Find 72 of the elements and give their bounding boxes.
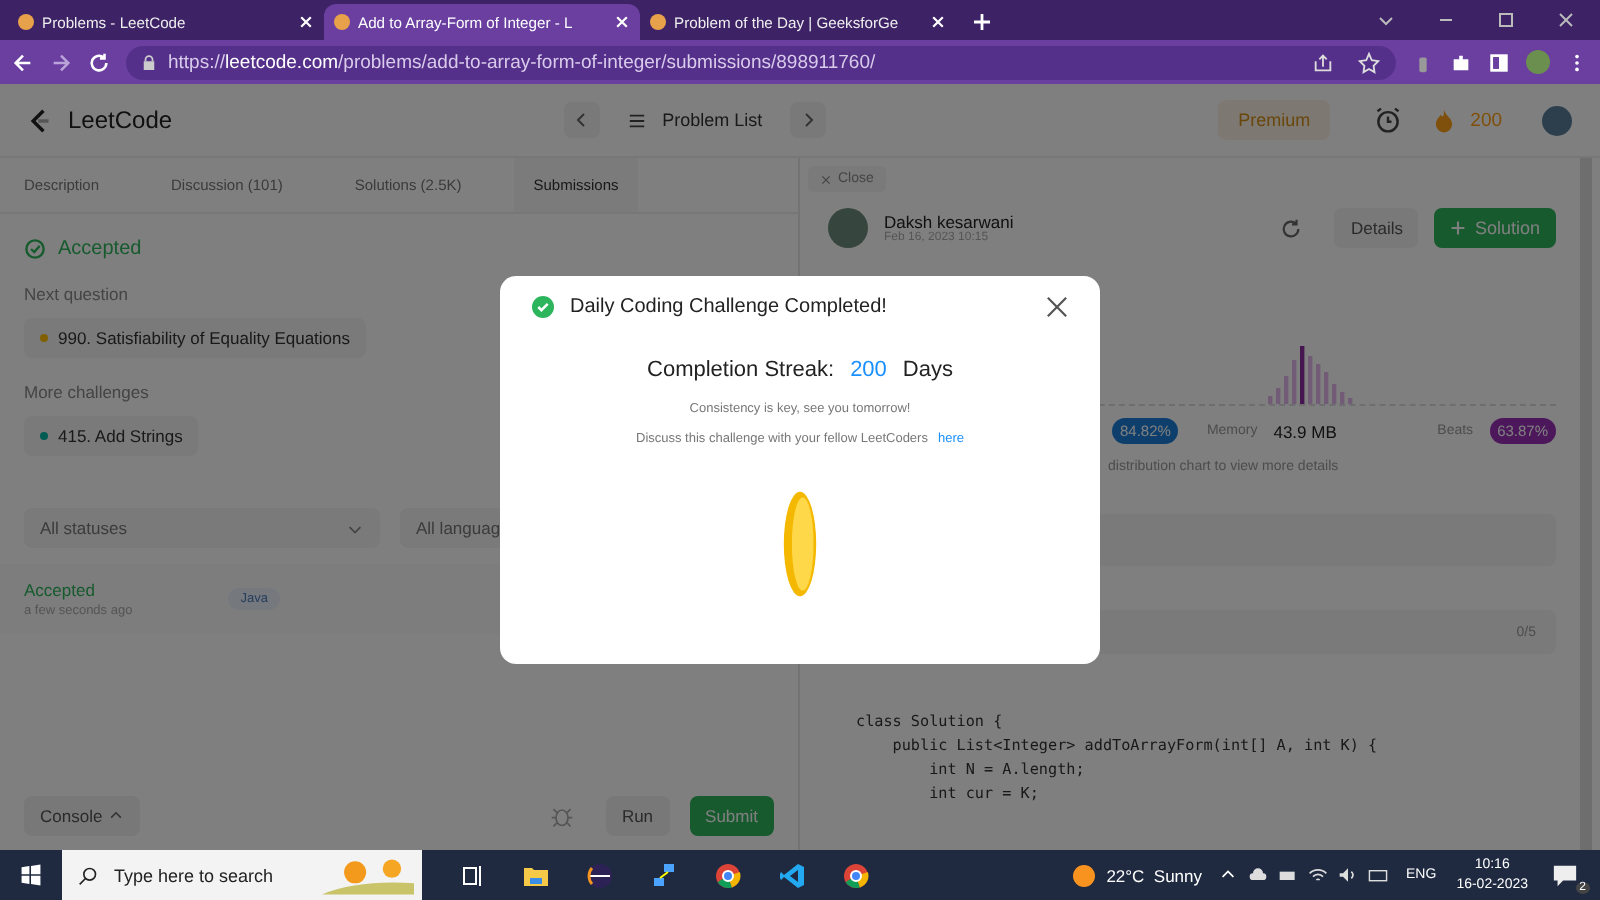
accepted-status: Accepted bbox=[58, 238, 142, 260]
speaker-icon[interactable] bbox=[1338, 866, 1359, 884]
windows-start-icon[interactable] bbox=[20, 864, 42, 886]
previous-button[interactable] bbox=[564, 102, 601, 138]
solution-button[interactable]: Solution bbox=[1434, 208, 1556, 248]
author-name[interactable]: Daksh kesarwani bbox=[884, 212, 1014, 232]
flowers-drawing bbox=[322, 855, 414, 895]
console-button[interactable]: Console bbox=[24, 796, 141, 836]
lock-icon bbox=[142, 53, 156, 71]
details-button[interactable]: Details bbox=[1334, 208, 1419, 248]
maximize-icon[interactable] bbox=[1496, 10, 1516, 30]
problem-list-link[interactable]: Problem List bbox=[662, 110, 763, 130]
scrollbar[interactable] bbox=[1580, 158, 1592, 850]
address-bar[interactable]: https://leetcode.com/problems/add-to-array-form-of-integer/submissions/898911760/ bbox=[126, 45, 1396, 79]
favicon-icon bbox=[18, 14, 34, 30]
histogram-drawing bbox=[1268, 344, 1356, 404]
modal-title: Daily Coding Challenge Completed! bbox=[570, 296, 887, 318]
weather-text[interactable]: 22°C Sunny bbox=[1106, 865, 1203, 885]
search-icon bbox=[78, 865, 98, 885]
alarm-clock-icon[interactable] bbox=[1374, 106, 1403, 134]
section-label: Next question bbox=[24, 284, 128, 304]
chevron-up-icon bbox=[108, 808, 125, 824]
check-circle-icon bbox=[532, 296, 554, 318]
sun-icon bbox=[1072, 863, 1097, 887]
check-circle-icon bbox=[24, 238, 46, 260]
question-title: 990. Satisfiability of Equality Equations bbox=[58, 328, 351, 348]
next-button[interactable] bbox=[790, 102, 827, 138]
flame-icon bbox=[1434, 107, 1455, 133]
wifi-icon[interactable] bbox=[1308, 866, 1329, 884]
side-panel-icon[interactable] bbox=[1488, 51, 1510, 73]
run-button[interactable]: Run bbox=[605, 796, 670, 836]
chrome-icon[interactable] bbox=[714, 861, 742, 889]
favicon-icon bbox=[334, 14, 350, 30]
battery-icon[interactable] bbox=[1278, 866, 1299, 884]
vscode-icon[interactable] bbox=[778, 861, 806, 889]
user-avatar[interactable] bbox=[1542, 105, 1573, 135]
keyboard-icon[interactable] bbox=[1368, 866, 1389, 884]
streak-unit: Days bbox=[902, 358, 953, 382]
eclipse-icon[interactable] bbox=[586, 861, 614, 889]
new-tab-icon[interactable] bbox=[972, 12, 992, 32]
memory-value: 43.9 MB bbox=[1273, 421, 1337, 441]
streak-label: Completion Streak: bbox=[647, 358, 835, 382]
coin-drawing bbox=[782, 486, 818, 602]
submission-status: Accepted bbox=[24, 580, 97, 600]
question-chip[interactable]: 990. Satisfiability of Equality Equations bbox=[24, 318, 367, 358]
author-avatar bbox=[828, 208, 868, 248]
back-arrow-icon[interactable] bbox=[12, 51, 34, 73]
logo-icon[interactable] bbox=[28, 105, 52, 135]
favicon-icon bbox=[650, 14, 666, 30]
chrome-icon[interactable] bbox=[842, 861, 870, 889]
list-icon bbox=[628, 111, 647, 129]
share-icon[interactable] bbox=[1312, 51, 1334, 73]
reload-icon[interactable] bbox=[1280, 217, 1303, 239]
task-view-icon[interactable] bbox=[458, 861, 486, 889]
plus-icon bbox=[1450, 220, 1467, 236]
taskbar-search-field[interactable]: Type here to search bbox=[62, 850, 422, 900]
puzzle-icon[interactable] bbox=[1450, 51, 1472, 73]
section-label: More challenges bbox=[24, 382, 149, 402]
close-icon[interactable] bbox=[1046, 296, 1068, 318]
filter-dropdown[interactable]: All statuses bbox=[24, 508, 380, 548]
close-icon[interactable] bbox=[1556, 10, 1576, 30]
network-computers-icon[interactable] bbox=[650, 861, 678, 889]
close-icon bbox=[820, 173, 832, 185]
streak-value: 200 bbox=[850, 358, 887, 382]
forward-arrow-icon[interactable] bbox=[50, 51, 72, 73]
submit-button[interactable]: Submit bbox=[689, 796, 774, 836]
cloud-icon[interactable] bbox=[1248, 866, 1269, 884]
star-icon[interactable] bbox=[1358, 51, 1380, 73]
question-chip[interactable]: 415. Add Strings bbox=[24, 416, 199, 456]
question-title: 415. Add Strings bbox=[58, 426, 183, 446]
logo-text[interactable]: LeetCode bbox=[68, 106, 173, 134]
notification-icon[interactable] bbox=[1552, 861, 1578, 887]
